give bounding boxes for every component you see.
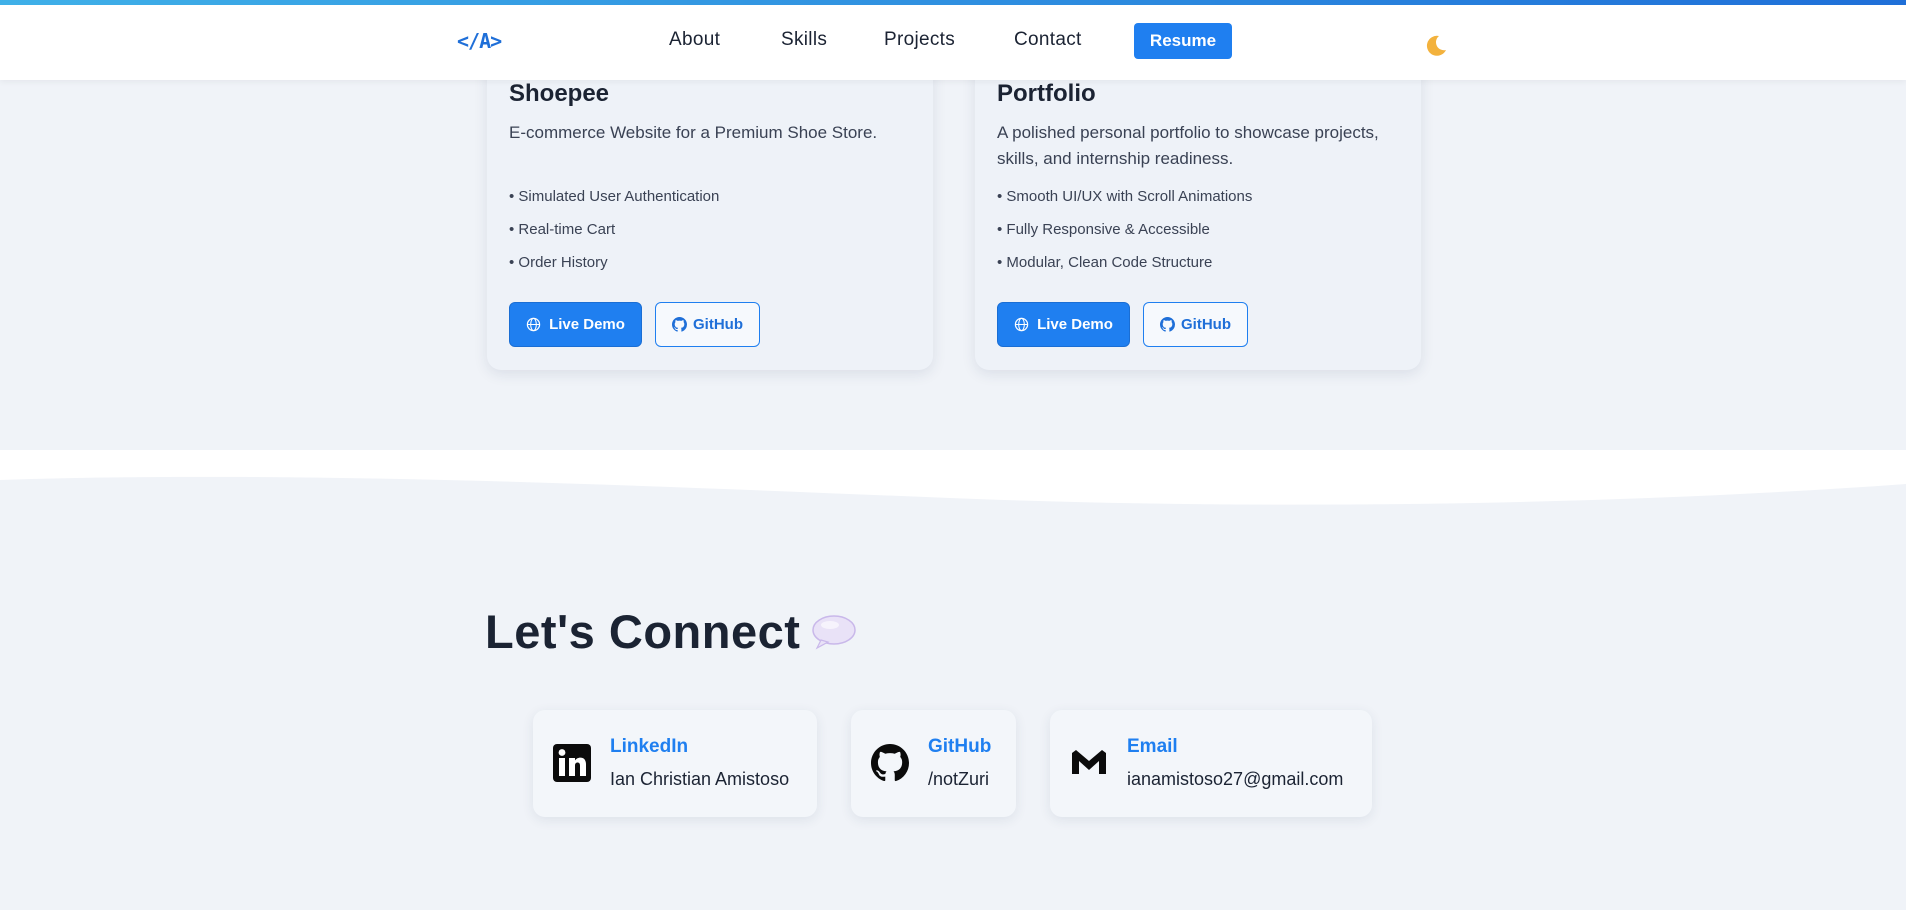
linkedin-icon <box>553 744 591 782</box>
feature-item: • Fully Responsive & Accessible <box>997 221 1210 238</box>
globe-icon <box>1014 317 1029 332</box>
contact-label: GitHub <box>928 736 992 757</box>
feature-item: • Order History <box>509 254 608 271</box>
feature-item: • Smooth UI/UX with Scroll Animations <box>997 188 1253 205</box>
globe-icon <box>526 317 541 332</box>
project-card-portfolio: Portfolio A polished personal portfolio … <box>975 40 1421 370</box>
contact-label: LinkedIn <box>610 736 689 757</box>
nav-link-contact[interactable]: Contact <box>1014 29 1082 51</box>
github-label: GitHub <box>693 316 743 333</box>
contact-value: Ian Christian Amistoso <box>610 769 790 789</box>
contact-label: Email <box>1127 736 1178 757</box>
project-description: E-commerce Website for a Premium Shoe St… <box>509 123 878 142</box>
feature-item: • Modular, Clean Code Structure <box>997 254 1213 271</box>
nav-link-skills[interactable]: Skills <box>781 29 827 51</box>
contact-card-github[interactable]: GitHub /notZuri <box>851 710 1016 817</box>
github-icon <box>871 744 909 782</box>
live-demo-label: Live Demo <box>549 316 625 333</box>
wave-divider <box>0 450 1906 505</box>
moon-icon[interactable] <box>1424 34 1448 58</box>
speech-bubble-icon <box>811 614 857 650</box>
contact-card-email[interactable]: Email ianamistoso27@gmail.com <box>1050 710 1372 817</box>
feature-item: • Real-time Cart <box>509 221 616 238</box>
nav-link-projects[interactable]: Projects <box>884 29 955 51</box>
resume-button[interactable]: Resume <box>1134 23 1232 59</box>
feature-list: • Smooth UI/UX with Scroll Animations • … <box>997 187 1252 286</box>
github-label: GitHub <box>1181 316 1231 333</box>
connect-title: Let's Connect <box>485 605 801 658</box>
navbar: </A> About Skills Projects Contact Resum… <box>0 5 1906 80</box>
site-logo[interactable]: </A> <box>457 29 502 53</box>
github-icon <box>1160 317 1175 332</box>
contact-card-linkedin[interactable]: LinkedIn Ian Christian Amistoso <box>533 710 817 817</box>
project-description: A polished personal portfolio to showcas… <box>997 123 1379 168</box>
feature-list: • Simulated User Authentication • Real-t… <box>509 187 719 286</box>
live-demo-label: Live Demo <box>1037 316 1113 333</box>
live-demo-button[interactable]: Live Demo <box>509 302 642 347</box>
live-demo-button[interactable]: Live Demo <box>997 302 1130 347</box>
github-button[interactable]: GitHub <box>655 302 760 347</box>
contact-value: /notZuri <box>928 769 990 789</box>
project-title: Portfolio <box>997 80 1096 107</box>
top-accent-line <box>0 0 1906 5</box>
github-button[interactable]: GitHub <box>1143 302 1248 347</box>
nav-link-about[interactable]: About <box>669 29 720 51</box>
feature-item: • Simulated User Authentication <box>509 188 720 205</box>
contact-value: ianamistoso27@gmail.com <box>1127 769 1344 789</box>
github-icon <box>672 317 687 332</box>
gmail-icon <box>1070 744 1108 782</box>
project-card-shoepee: Shoepee E-commerce Website for a Premium… <box>487 40 933 370</box>
project-title: Shoepee <box>509 80 610 107</box>
